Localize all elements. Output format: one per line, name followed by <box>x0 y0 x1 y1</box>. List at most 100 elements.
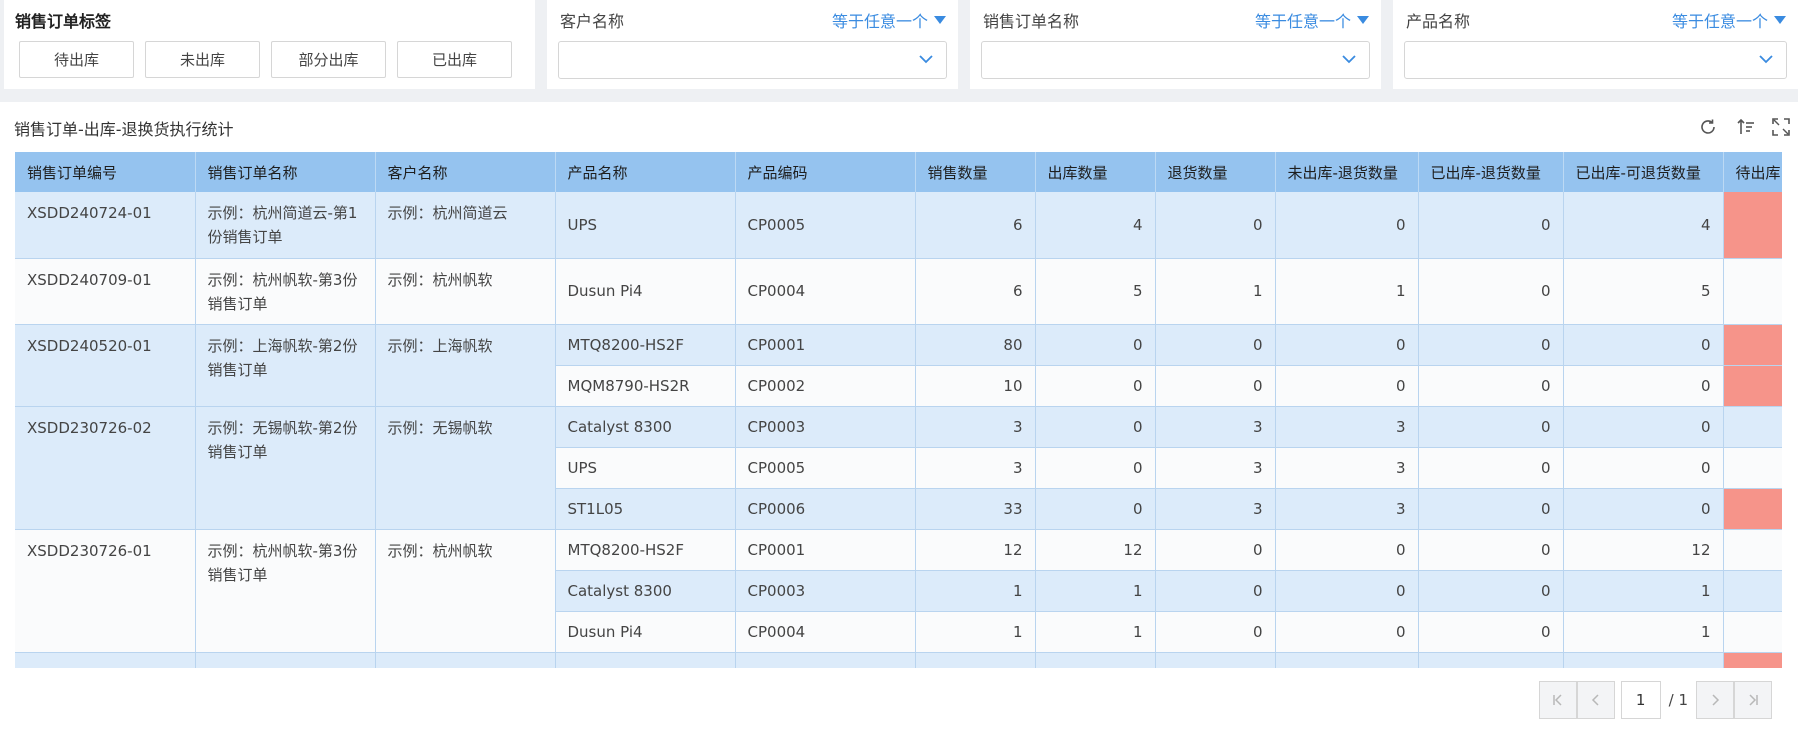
col-header-order-no[interactable]: 销售订单编号 <box>15 152 196 192</box>
cell-out-qty: 0 <box>1035 324 1156 366</box>
col-header-out-returnable[interactable]: 已出库-可退货数量 <box>1563 152 1724 192</box>
chevron-down-icon <box>1759 55 1773 64</box>
cell-product-code: CP0004 <box>735 258 916 325</box>
col-header-order-name[interactable]: 销售订单名称 <box>195 152 376 192</box>
execution-stats-table: 销售订单编号 销售订单名称 客户名称 产品名称 产品编码 销售数量 出库数量 退… <box>15 152 1782 668</box>
tag-not-out-button[interactable]: 未出库 <box>145 41 260 78</box>
cell-product-code: CP0006 <box>735 488 916 530</box>
cell-sales-qty: 10 <box>915 365 1036 407</box>
cell-product-code: CP0002 <box>735 365 916 407</box>
cell-not-out-return: 0 <box>1275 365 1419 407</box>
cell-product: MTQ8200-HS2F <box>555 529 736 571</box>
cell-out-returnable: 0 <box>1563 365 1724 407</box>
cell-return-qty: 0 <box>1155 365 1276 407</box>
order-name-filter-panel: 销售订单名称 等于任意一个 <box>970 0 1381 89</box>
cell-out-qty: 0 <box>1035 488 1156 530</box>
order-name-select[interactable] <box>981 41 1370 79</box>
cell-sales-qty: 1 <box>915 611 1036 653</box>
cell-out-qty: 0 <box>1035 447 1156 489</box>
tag-pending-out-button[interactable]: 待出库 <box>19 41 134 78</box>
cell-product: Catalyst 8300 <box>555 570 736 612</box>
product-filter-label: 产品名称 <box>1406 12 1471 31</box>
cell-out-returnable: 0 <box>1563 324 1724 366</box>
last-page-icon <box>1749 694 1758 706</box>
cell-out-qty: 4 <box>1035 192 1156 259</box>
cell-return-qty: 0 <box>1155 324 1276 366</box>
col-header-sales-qty[interactable]: 销售数量 <box>915 152 1036 192</box>
next-page-button[interactable] <box>1696 681 1734 719</box>
cell-customer: 示例：上海帆软 <box>375 324 556 407</box>
cell-sales-qty: 80 <box>915 324 1036 366</box>
cell-order-name: 示例：上海帆软-第2份销售订单 <box>195 324 376 407</box>
cell-out-returnable: 0 <box>1563 447 1724 489</box>
product-filter-operator[interactable]: 等于任意一个 <box>1672 8 1786 32</box>
fullscreen-icon[interactable] <box>1771 117 1791 137</box>
cell-product: Dusun Pi4 <box>555 258 736 325</box>
table-row[interactable]: XSDD230726-02 示例：无锡帆软-第2份销售订单 示例：无锡帆软 Catal… <box>15 406 1782 530</box>
first-page-button[interactable] <box>1538 681 1577 719</box>
cell-order-name: 示例：杭州简道云-第1份销售订单 <box>195 192 376 259</box>
customer-select[interactable] <box>558 41 947 79</box>
cell-out-qty: 0 <box>1035 406 1156 448</box>
sort-icon[interactable] <box>1736 117 1756 137</box>
table-row[interactable]: XSDD240520-01 示例：上海帆软-第2份销售订单 示例：上海帆软 MTQ82… <box>15 324 1782 407</box>
cell-out-qty: 1 <box>1035 611 1156 653</box>
cell-not-out-return: 0 <box>1275 529 1419 571</box>
cell-product-code: CP0005 <box>735 192 916 259</box>
cell-sales-qty: 12 <box>915 529 1036 571</box>
col-header-product[interactable]: 产品名称 <box>555 152 736 192</box>
table-row[interactable]: XSDD230726-01 示例：杭州帆软-第3份销售订单 示例：杭州帆软 MTQ82… <box>15 529 1782 653</box>
order-name-filter-operator[interactable]: 等于任意一个 <box>1255 8 1369 32</box>
tag-partial-out-button[interactable]: 部分出库 <box>271 41 386 78</box>
chevron-down-icon <box>919 55 933 64</box>
cell-product: Catalyst 8300 <box>555 406 736 448</box>
pagination: 1 / 1 <box>1538 681 1772 719</box>
table-cell <box>375 652 556 668</box>
cell-product: MTQ8200-HS2F <box>555 324 736 366</box>
cell-return-qty: 0 <box>1155 570 1276 612</box>
cell-not-out-return: 3 <box>1275 447 1419 489</box>
cell-out-return: 0 <box>1418 447 1564 489</box>
cell-out-qty: 5 <box>1035 258 1156 325</box>
cell-order-no: XSDD240709-01 <box>15 258 196 325</box>
customer-filter-label: 客户名称 <box>560 12 625 31</box>
cell-out-return: 0 <box>1418 570 1564 612</box>
page-number-input[interactable]: 1 <box>1620 681 1661 719</box>
col-header-not-out-return[interactable]: 未出库-退货数量 <box>1275 152 1419 192</box>
col-header-out-return[interactable]: 已出库-退货数量 <box>1418 152 1564 192</box>
cell-return-qty: 1 <box>1155 258 1276 325</box>
col-header-return-qty[interactable]: 退货数量 <box>1155 152 1276 192</box>
order-name-filter-label: 销售订单名称 <box>983 12 1080 31</box>
product-select[interactable] <box>1404 41 1787 79</box>
refresh-icon[interactable] <box>1698 117 1718 137</box>
cell-not-out-return: 3 <box>1275 488 1419 530</box>
table-row[interactable]: XSDD240724-01 示例：杭州简道云-第1份销售订单 示例：杭州简道云 UPS… <box>15 192 1782 259</box>
cell-return-qty: 3 <box>1155 447 1276 489</box>
prev-page-button[interactable] <box>1576 681 1615 719</box>
product-filter-panel: 产品名称 等于任意一个 <box>1393 0 1798 89</box>
cell-order-no: XSDD240724-01 <box>15 192 196 259</box>
col-header-pending[interactable]: 待出库 <box>1723 152 1782 192</box>
cell-pending <box>1723 406 1782 448</box>
cell-sales-qty: 6 <box>915 192 1036 259</box>
cell-out-returnable: 0 <box>1563 488 1724 530</box>
caret-down-icon <box>1774 16 1786 24</box>
col-header-out-qty[interactable]: 出库数量 <box>1035 152 1156 192</box>
customer-filter-operator[interactable]: 等于任意一个 <box>832 8 946 32</box>
data-table-container[interactable]: 销售订单编号 销售订单名称 客户名称 产品名称 产品编码 销售数量 出库数量 退… <box>15 152 1782 668</box>
cell-out-qty: 0 <box>1035 365 1156 407</box>
tag-filter-title: 销售订单标签 <box>15 12 112 31</box>
col-header-customer[interactable]: 客户名称 <box>375 152 556 192</box>
tag-out-button[interactable]: 已出库 <box>397 41 512 78</box>
cell-return-qty: 0 <box>1155 529 1276 571</box>
cell-not-out-return: 0 <box>1275 570 1419 612</box>
cell-sales-qty: 3 <box>915 406 1036 448</box>
cell-out-returnable: 0 <box>1563 406 1724 448</box>
last-page-button[interactable] <box>1734 681 1772 719</box>
table-row[interactable]: XSDD240709-01 示例：杭州帆软-第3份销售订单 示例：杭州帆软 Dusun… <box>15 258 1782 325</box>
cell-pending <box>1723 258 1782 325</box>
chevron-right-icon <box>1712 694 1720 706</box>
col-header-product-code[interactable]: 产品编码 <box>735 152 916 192</box>
table-row[interactable] <box>15 652 1782 668</box>
operator-text: 等于任意一个 <box>831 12 928 31</box>
